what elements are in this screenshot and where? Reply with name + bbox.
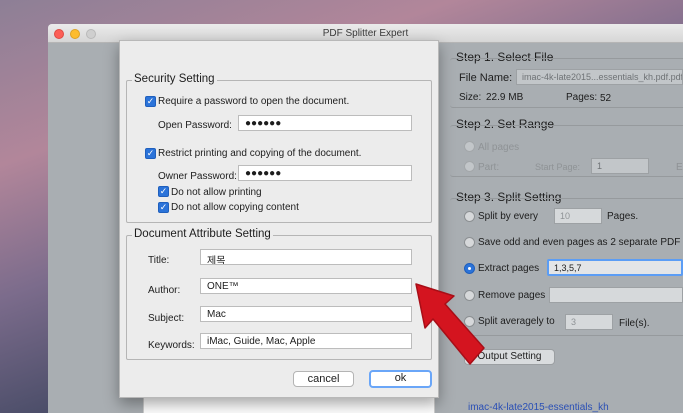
file-name-field[interactable]: imac-4k-late2015...essentials_kh.pdf.pdf [516,69,683,85]
part-label: Part: [478,162,500,173]
extract-pages-field[interactable]: 1,3,5,7 [547,259,683,276]
subject-label: Subject: [148,313,185,324]
odd-even-label: Save odd and even pages as 2 separate PD… [478,237,683,248]
no-print-checkbox[interactable]: ✓ [158,186,169,197]
owner-password-field[interactable]: ●●●●●● [238,165,412,181]
split-every-field[interactable]: 10 [554,208,602,224]
split-every-radio[interactable] [464,211,475,222]
cancel-button[interactable]: cancel [293,371,354,387]
security-section-title: Security Setting [132,73,217,85]
subject-field[interactable]: Mac [200,306,412,322]
no-print-label: Do not allow printing [171,187,262,198]
document-page-preview [143,398,435,413]
no-copy-label: Do not allow copying content [171,202,299,213]
no-copy-checkbox[interactable]: ✓ [158,202,169,213]
remove-pages-field[interactable] [549,287,683,303]
pages-label: Pages: [566,92,598,103]
attributes-section-title: Document Attribute Setting [132,228,273,240]
restrict-label: Restrict printing and copying of the doc… [158,148,362,159]
author-label: Author: [148,285,181,296]
size-value: 22.9 MB [486,92,524,103]
owner-password-label: Owner Password: [158,171,237,182]
file-name-label: File Name: [459,72,513,84]
open-password-field[interactable]: ●●●●●● [238,115,412,131]
odd-even-radio[interactable] [464,237,475,248]
author-field[interactable]: ONE™ [200,278,412,294]
keywords-label: Keywords: [148,340,195,351]
split-averagely-label: Split averagely to [478,316,555,327]
extract-pages-radio[interactable] [464,263,475,274]
extract-pages-label: Extract pages [478,263,540,274]
title-field[interactable]: 제목 [200,249,412,265]
window-title: PDF Splitter Expert [322,28,409,39]
split-every-label: Split by every [478,211,539,222]
all-pages-radio[interactable] [464,141,475,152]
open-password-label: Open Password: [158,120,232,131]
require-password-label: Require a password to open the document. [158,96,350,107]
ok-button[interactable]: ok [369,370,432,388]
security-settings-dialog: Security Setting ✓ Require a password to… [119,40,439,398]
require-password-checkbox[interactable]: ✓ [145,96,156,107]
split-averagely-field[interactable]: 3 [565,314,613,330]
restrict-checkbox[interactable]: ✓ [145,148,156,159]
title-label: Title: [148,255,170,266]
all-pages-label: All pages [478,142,520,153]
start-page-label: Start Page: [535,162,581,172]
remove-pages-label: Remove pages [478,290,546,301]
keywords-field[interactable]: iMac, Guide, Mac, Apple [200,333,412,349]
part-radio[interactable] [464,161,475,172]
size-label: Size: [459,92,482,103]
pages-value: 52 [600,93,612,104]
pages-suffix: Pages. [607,211,639,222]
output-file-name: imac-4k-late2015-essentials_kh [468,402,609,413]
start-page-field[interactable]: 1 [591,158,649,174]
files-suffix: File(s). [619,318,650,329]
end-page-label-cut: E [676,162,683,173]
red-arrow-icon [415,283,485,365]
